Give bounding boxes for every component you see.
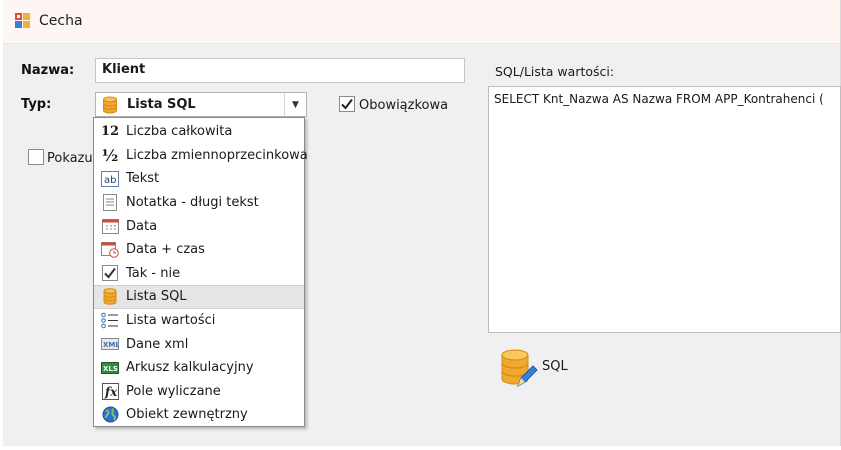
svg-text:ab: ab — [104, 175, 116, 186]
type-option-value-list[interactable]: Lista wartości — [94, 309, 304, 333]
xml-icon: XML — [100, 335, 120, 353]
type-option-calculated[interactable]: fx Pole wyliczane — [94, 380, 304, 404]
type-option-xml[interactable]: XML Dane xml — [94, 332, 304, 356]
calendar-icon — [100, 217, 120, 235]
window-title: Cecha — [39, 13, 83, 29]
type-selected-value: Lista SQL — [127, 97, 196, 112]
type-option-float[interactable]: ½ Liczba zmiennoprzecinkowa — [94, 144, 308, 168]
fraction-icon: ½ — [101, 145, 119, 165]
database-icon — [102, 96, 118, 118]
checkmark-icon — [341, 98, 353, 110]
type-option-text[interactable]: ab Tekst — [94, 167, 304, 191]
type-option-sql-list[interactable]: Lista SQL — [94, 285, 304, 309]
function-icon: fx — [100, 382, 120, 400]
type-option-external-object[interactable]: Obiekt zewnętrzny — [94, 403, 304, 427]
sql-list-label: SQL/Lista wartości: — [495, 64, 615, 79]
required-checkbox[interactable] — [339, 96, 355, 112]
type-dropdown-list: 12 Liczba całkowita ½ Liczba zmiennoprze… — [93, 117, 308, 427]
database-edit-icon — [498, 348, 538, 392]
svg-text:XML: XML — [103, 341, 119, 349]
calendar-clock-icon — [100, 241, 120, 259]
spreadsheet-icon: XLS — [100, 359, 120, 377]
svg-text:XLS: XLS — [103, 365, 118, 373]
type-option-note[interactable]: Notatka - długi tekst — [94, 191, 304, 215]
title-bar: Cecha — [3, 0, 840, 44]
type-option-date[interactable]: Data — [94, 214, 304, 238]
type-option-integer[interactable]: 12 Liczba całkowita — [94, 120, 304, 144]
type-label: Typ: — [21, 97, 52, 112]
checkmark-icon — [100, 264, 120, 282]
sql-button[interactable]: SQL — [498, 348, 588, 388]
show-checkbox[interactable] — [28, 149, 44, 165]
show-label: Pokazu — [47, 151, 93, 166]
note-icon — [100, 194, 120, 212]
type-option-datetime[interactable]: Data + czas — [94, 238, 304, 262]
name-label: Nazwa: — [21, 63, 75, 78]
app-icon — [14, 11, 32, 29]
type-option-yesno[interactable]: Tak - nie — [94, 262, 304, 286]
list-icon — [100, 312, 120, 330]
required-label: Obowiązkowa — [359, 98, 449, 113]
sql-textarea[interactable]: SELECT Knt_Nazwa AS Nazwa FROM APP_Kontr… — [488, 86, 841, 333]
svg-text:fx: fx — [104, 385, 118, 399]
database-icon — [100, 288, 120, 306]
globe-icon — [100, 406, 120, 424]
type-combobox[interactable]: Lista SQL ▼ — [95, 92, 307, 117]
text-icon: ab — [100, 170, 120, 188]
integer-icon: 12 — [100, 124, 120, 140]
type-option-spreadsheet[interactable]: XLS Arkusz kalkulacyjny — [94, 356, 304, 380]
name-field[interactable]: Klient — [95, 58, 465, 83]
chevron-down-icon[interactable]: ▼ — [284, 93, 306, 116]
sql-button-label: SQL — [542, 359, 568, 374]
